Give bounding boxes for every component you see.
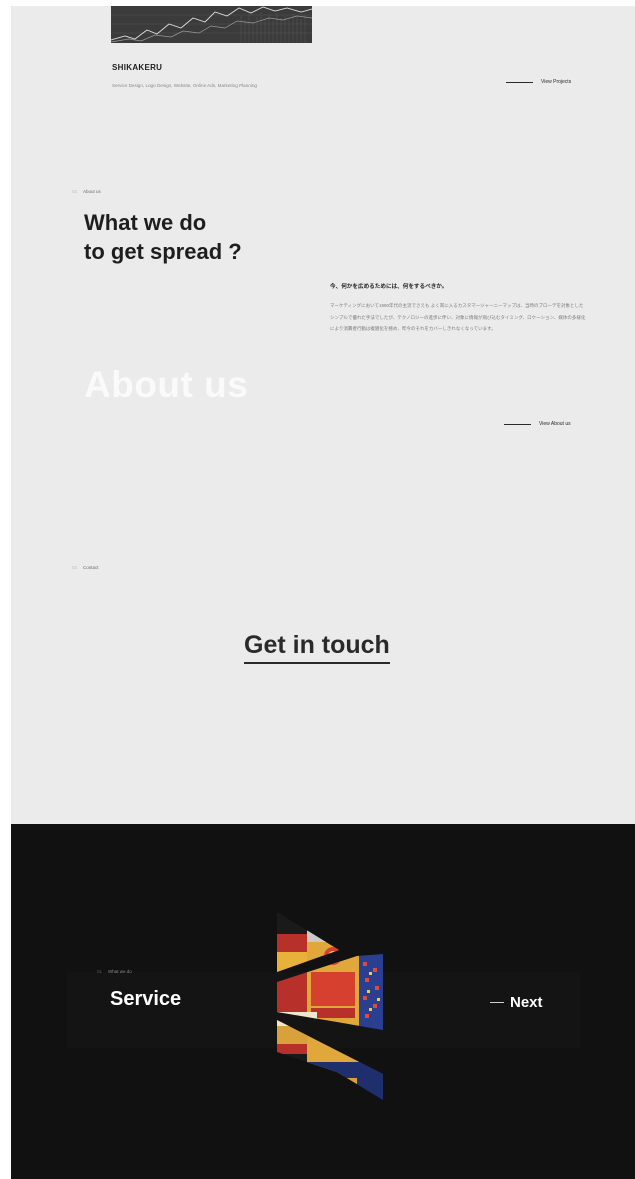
next-line-decoration	[490, 1002, 504, 1003]
service-title[interactable]: Service	[110, 988, 181, 1011]
about-heading: What we do to get spread ?	[84, 208, 242, 266]
about-heading-line-2: to get spread ?	[84, 239, 242, 264]
next-label: Next	[510, 994, 543, 1011]
view-about-link[interactable]: View About us	[504, 421, 571, 427]
project-thumbnail[interactable]	[111, 6, 312, 43]
chart-thumbnail-graphic	[111, 6, 312, 43]
about-section-label: 02 About us	[72, 189, 101, 194]
about-watermark: About us	[84, 364, 249, 405]
project-title[interactable]: SHIKAKERU	[112, 63, 162, 72]
service-section-label: 01 What we do	[97, 969, 132, 974]
view-projects-link[interactable]: View Projects	[506, 79, 571, 85]
service-section: 01 What we do Service Next	[11, 824, 635, 1179]
next-link[interactable]: Next	[490, 994, 543, 1011]
about-heading-line-1: What we do	[84, 210, 207, 235]
about-subheading: 今、何かを広めるためには、何をするべきか。	[330, 284, 448, 290]
get-in-touch-link[interactable]: Get in touch	[244, 630, 390, 664]
service-section-number: 01	[97, 969, 103, 974]
light-section: SHIKAKERU Service Design, Logo Design, W…	[11, 6, 635, 824]
link-line-decoration	[506, 81, 533, 83]
contact-section-label: 03 Contact	[72, 565, 99, 570]
about-section-name: About us	[83, 189, 101, 194]
contact-section-number: 03	[72, 565, 78, 570]
product-cans-image	[277, 912, 383, 1100]
about-section-number: 02	[72, 189, 78, 194]
view-about-label: View About us	[539, 421, 571, 427]
contact-section-name: Contact	[83, 565, 99, 570]
link-line-decoration	[504, 423, 531, 425]
about-body-text: マーケティングにおいて1990年代の主流でさえも よく耳に入るカスタマージャーニ…	[330, 303, 586, 331]
view-projects-label: View Projects	[541, 79, 572, 85]
service-section-name: What we do	[108, 969, 132, 974]
project-tags: Service Design, Logo Design, Website, On…	[112, 83, 257, 88]
